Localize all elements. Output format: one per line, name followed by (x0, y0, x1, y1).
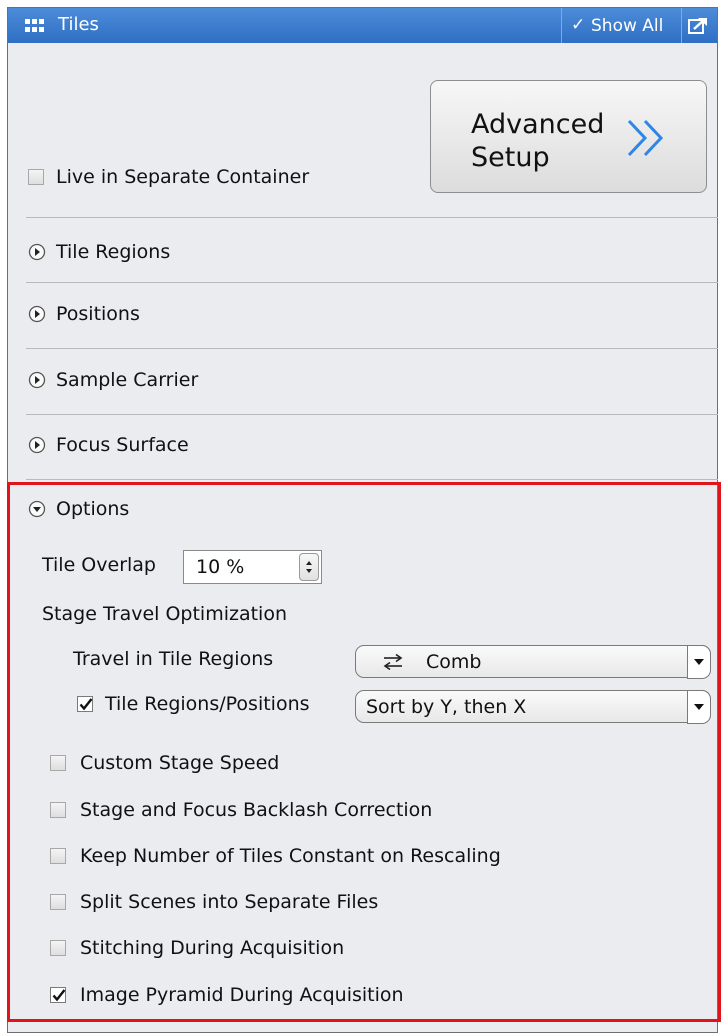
section-label: Tile Regions (56, 241, 171, 263)
expand-icon (28, 436, 46, 454)
expand-icon (28, 243, 46, 261)
divider (26, 282, 718, 283)
header-divider (561, 8, 562, 43)
divider (26, 479, 718, 480)
checkmark-icon: ✓ (571, 15, 586, 35)
divider (26, 217, 718, 218)
advanced-setup-button[interactable]: Advanced Setup (430, 80, 707, 193)
divider (26, 348, 718, 349)
live-container-checkbox[interactable] (28, 169, 44, 185)
undock-icon[interactable] (688, 17, 708, 35)
expand-icon (28, 371, 46, 389)
show-all-button[interactable]: ✓ Show All (563, 8, 681, 43)
panel-header: Tiles ✓ Show All (8, 8, 717, 43)
options-highlight-frame (7, 482, 721, 1022)
advanced-setup-label-line2: Setup (471, 142, 550, 173)
panel-title: Tiles (58, 14, 99, 35)
header-divider (681, 8, 682, 43)
live-container-label: Live in Separate Container (56, 166, 310, 188)
section-label: Positions (56, 303, 140, 325)
double-chevron-right-icon (627, 119, 664, 157)
advanced-setup-label-line1: Advanced (471, 109, 605, 140)
expand-icon (28, 305, 46, 323)
section-label: Focus Surface (56, 434, 189, 456)
section-label: Sample Carrier (56, 369, 199, 391)
show-all-label: Show All (591, 16, 664, 36)
tiles-icon (25, 19, 44, 32)
divider (26, 414, 718, 415)
